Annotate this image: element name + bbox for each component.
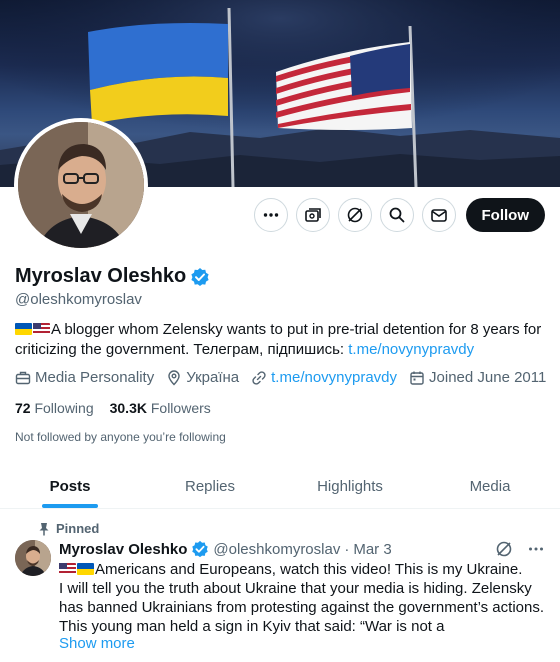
- verified-badge-icon[interactable]: [190, 267, 210, 287]
- followers-label: Followers: [150, 400, 211, 416]
- post-separator: ·: [344, 540, 350, 558]
- show-more-link[interactable]: Show more: [59, 635, 135, 652]
- ukraine-flag-icon: [15, 323, 32, 335]
- message-button[interactable]: [421, 198, 456, 232]
- post-author-avatar[interactable]: [15, 540, 51, 576]
- us-flag-icon: [33, 323, 50, 335]
- tab-label: Highlights: [317, 478, 383, 495]
- more-icon: [263, 213, 278, 217]
- more-icon[interactable]: [527, 540, 545, 558]
- tab-posts[interactable]: Posts: [0, 465, 140, 508]
- profile-avatar[interactable]: [14, 118, 148, 252]
- followers-count: 30.3K: [109, 400, 147, 416]
- joined-item: Joined June 2011: [409, 369, 546, 386]
- subscribe-icon: [304, 208, 321, 222]
- profile-name-row: Myroslav Oleshko: [15, 265, 210, 288]
- ukraine-flag-icon: [77, 563, 94, 575]
- post-text-rest: I will tell you the truth about Ukraine …: [59, 580, 545, 635]
- search-icon: [389, 207, 404, 223]
- more-button[interactable]: [253, 198, 288, 232]
- calendar-icon: [410, 371, 424, 385]
- tab-replies[interactable]: Replies: [140, 465, 280, 508]
- website-link[interactable]: t.me/novynypravdy: [271, 369, 397, 386]
- post-avatar-photo: [15, 540, 51, 576]
- tab-media[interactable]: Media: [420, 465, 560, 508]
- followers-link[interactable]: 30.3K Followers: [110, 400, 211, 416]
- grok-icon: [347, 207, 362, 223]
- profile-bio: A blogger whom Zelensky wants to put in …: [15, 320, 550, 360]
- location-item: Україна: [166, 369, 239, 386]
- post-author-handle[interactable]: @oleshkomyroslav: [213, 541, 340, 558]
- post-date[interactable]: Mar 3: [353, 541, 391, 558]
- grok-icon[interactable]: [495, 540, 513, 558]
- joined-label: Joined June 2011: [429, 369, 547, 386]
- profile-name: Myroslav Oleshko: [15, 265, 187, 287]
- profile-actions: Follow: [253, 198, 545, 232]
- post-text-line1: Americans and Europeans, watch this vide…: [95, 561, 523, 578]
- pinned-label: Pinned: [56, 521, 100, 536]
- link-icon: [252, 370, 266, 385]
- bio-link[interactable]: t.me/novynypravdy: [348, 341, 474, 358]
- tab-highlights[interactable]: Highlights: [280, 465, 420, 508]
- avatar-photo: [18, 122, 144, 248]
- post-actions: [495, 540, 545, 558]
- post-header: Myroslav Oleshko @oleshkomyroslav · Mar …: [59, 540, 392, 558]
- profile-tabs: Posts Replies Highlights Media: [0, 465, 560, 509]
- following-count: 72: [15, 400, 31, 416]
- verified-badge-icon: [192, 540, 209, 558]
- message-icon: [430, 209, 447, 222]
- following-link[interactable]: 72 Following: [15, 400, 94, 416]
- grok-button[interactable]: [337, 198, 372, 232]
- category-item: Media Personality: [15, 369, 154, 386]
- category-label: Media Personality: [35, 369, 155, 386]
- active-tab-indicator: [42, 504, 98, 508]
- tab-label: Media: [469, 478, 511, 495]
- us-flag-icon: [59, 563, 76, 575]
- profile-meta: Media Personality Україна t.me/novynypra…: [15, 369, 546, 386]
- pinned-indicator: Pinned: [38, 521, 99, 536]
- pin-icon: [39, 522, 49, 535]
- location-label: Україна: [186, 369, 240, 386]
- subscribe-button[interactable]: [295, 198, 330, 232]
- briefcase-icon: [15, 371, 31, 384]
- follow-button[interactable]: Follow: [465, 198, 545, 232]
- location-pin-icon: [168, 369, 180, 385]
- profile-stats: 72 Following 30.3K Followers: [15, 400, 211, 416]
- following-label: Following: [34, 400, 94, 416]
- tab-label: Replies: [184, 478, 236, 495]
- post-text: Americans and Europeans, watch this vide…: [59, 560, 549, 636]
- followed-by-note: Not followed by anyone you’re following: [15, 430, 226, 444]
- tab-label: Posts: [49, 478, 91, 495]
- post-author-name[interactable]: Myroslav Oleshko: [59, 541, 187, 558]
- profile-handle: @oleshkomyroslav: [15, 291, 142, 308]
- website-item: t.me/novynypravdy: [251, 369, 397, 386]
- search-button[interactable]: [379, 198, 414, 232]
